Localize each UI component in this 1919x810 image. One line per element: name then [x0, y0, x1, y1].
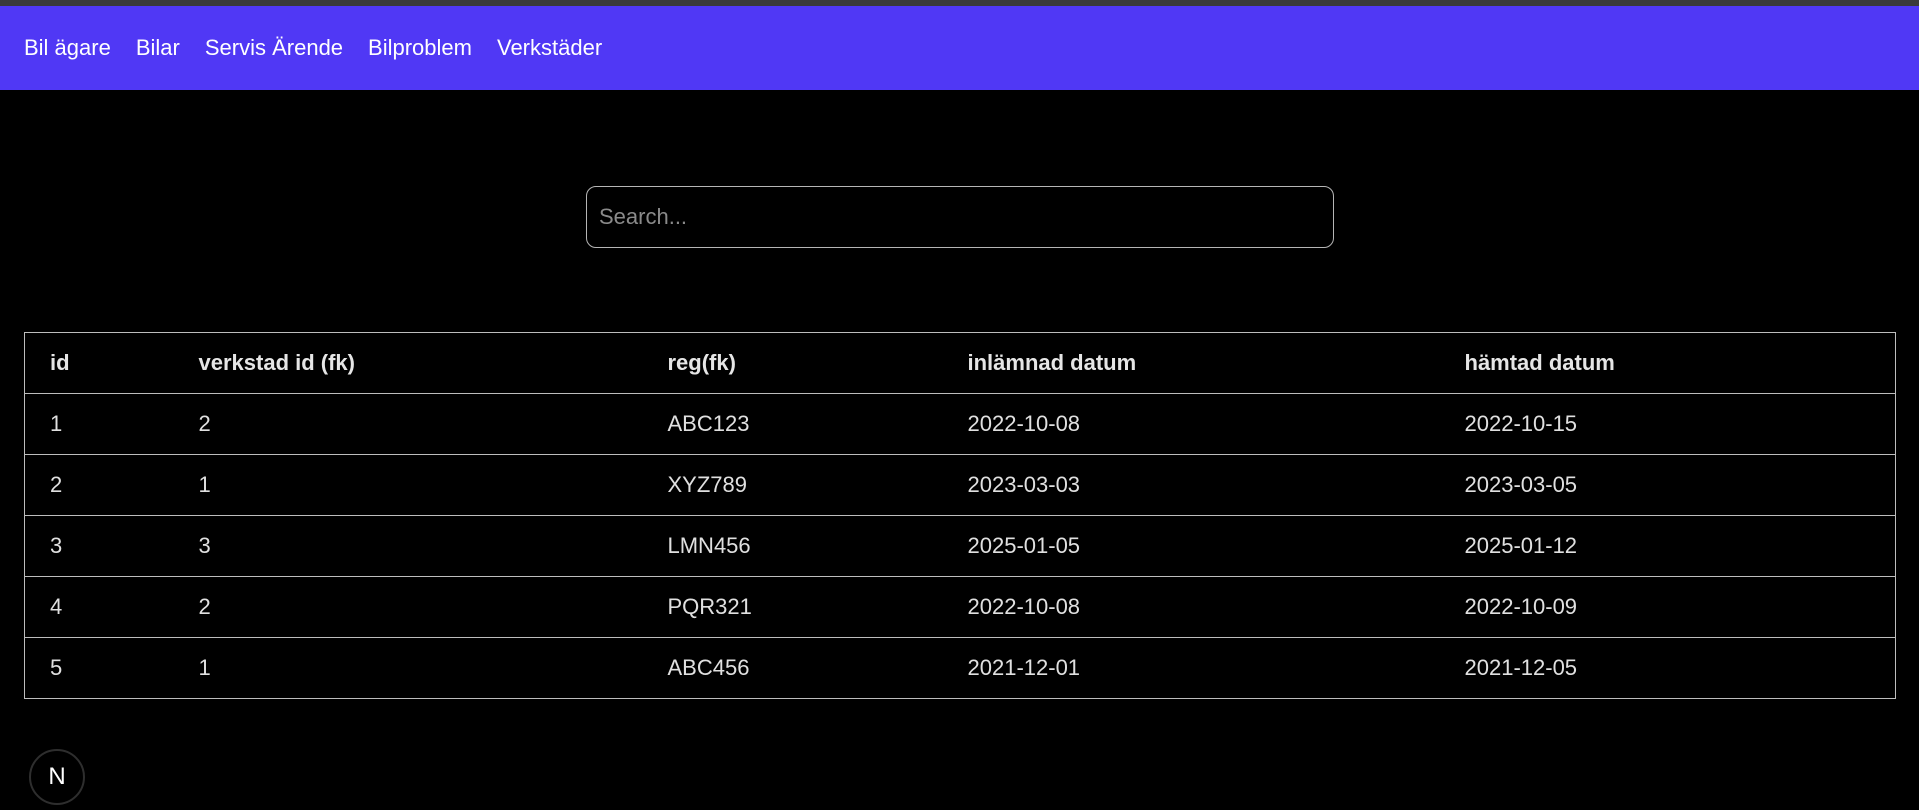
cell-reg: XYZ789 — [642, 454, 943, 516]
nextjs-badge-label: N — [48, 763, 66, 790]
cell-verkstad-id: 1 — [173, 454, 643, 516]
table-row: 2 1 XYZ789 2023-03-03 2023-03-05 — [24, 454, 1896, 516]
column-header-id: id — [24, 332, 174, 394]
nav-link-verkstader[interactable]: Verkstäder — [497, 35, 602, 61]
column-header-inlamnad-datum: inlämnad datum — [942, 332, 1440, 394]
nav-link-bil-agare[interactable]: Bil ägare — [24, 35, 111, 61]
top-navbar: Bil ägare Bilar Servis Ärende Bilproblem… — [0, 6, 1919, 90]
cell-hamtad-datum: 2022-10-15 — [1439, 393, 1896, 455]
service-table: id verkstad id (fk) reg(fk) inlämnad dat… — [24, 332, 1896, 699]
cell-inlamnad-datum: 2025-01-05 — [942, 515, 1440, 577]
cell-reg: LMN456 — [642, 515, 943, 577]
column-header-reg: reg(fk) — [642, 332, 943, 394]
nextjs-logo-icon[interactable]: N — [29, 749, 85, 805]
cell-verkstad-id: 2 — [173, 393, 643, 455]
cell-hamtad-datum: 2022-10-09 — [1439, 576, 1896, 638]
cell-hamtad-datum: 2025-01-12 — [1439, 515, 1896, 577]
table-row: 5 1 ABC456 2021-12-01 2021-12-05 — [24, 637, 1896, 699]
cell-hamtad-datum: 2023-03-05 — [1439, 454, 1896, 516]
cell-reg: PQR321 — [642, 576, 943, 638]
cell-verkstad-id: 1 — [173, 637, 643, 699]
cell-verkstad-id: 2 — [173, 576, 643, 638]
cell-id: 1 — [24, 393, 174, 455]
cell-id: 3 — [24, 515, 174, 577]
table-row: 3 3 LMN456 2025-01-05 2025-01-12 — [24, 515, 1896, 577]
nav-link-servis-arende[interactable]: Servis Ärende — [205, 35, 343, 61]
nav-link-bilproblem[interactable]: Bilproblem — [368, 35, 472, 61]
cell-id: 4 — [24, 576, 174, 638]
cell-reg: ABC123 — [642, 393, 943, 455]
cell-inlamnad-datum: 2022-10-08 — [942, 393, 1440, 455]
table-header-row: id verkstad id (fk) reg(fk) inlämnad dat… — [24, 332, 1896, 394]
cell-id: 2 — [24, 454, 174, 516]
column-header-hamtad-datum: hämtad datum — [1439, 332, 1896, 394]
cell-verkstad-id: 3 — [173, 515, 643, 577]
nav-link-bilar[interactable]: Bilar — [136, 35, 180, 61]
search-input[interactable] — [586, 186, 1334, 248]
search-container — [586, 186, 1334, 248]
service-table-container: id verkstad id (fk) reg(fk) inlämnad dat… — [24, 332, 1896, 699]
cell-hamtad-datum: 2021-12-05 — [1439, 637, 1896, 699]
cell-inlamnad-datum: 2021-12-01 — [942, 637, 1440, 699]
cell-inlamnad-datum: 2022-10-08 — [942, 576, 1440, 638]
table-row: 4 2 PQR321 2022-10-08 2022-10-09 — [24, 576, 1896, 638]
cell-inlamnad-datum: 2023-03-03 — [942, 454, 1440, 516]
column-header-verkstad-id: verkstad id (fk) — [173, 332, 643, 394]
table-row: 1 2 ABC123 2022-10-08 2022-10-15 — [24, 393, 1896, 455]
cell-id: 5 — [24, 637, 174, 699]
cell-reg: ABC456 — [642, 637, 943, 699]
